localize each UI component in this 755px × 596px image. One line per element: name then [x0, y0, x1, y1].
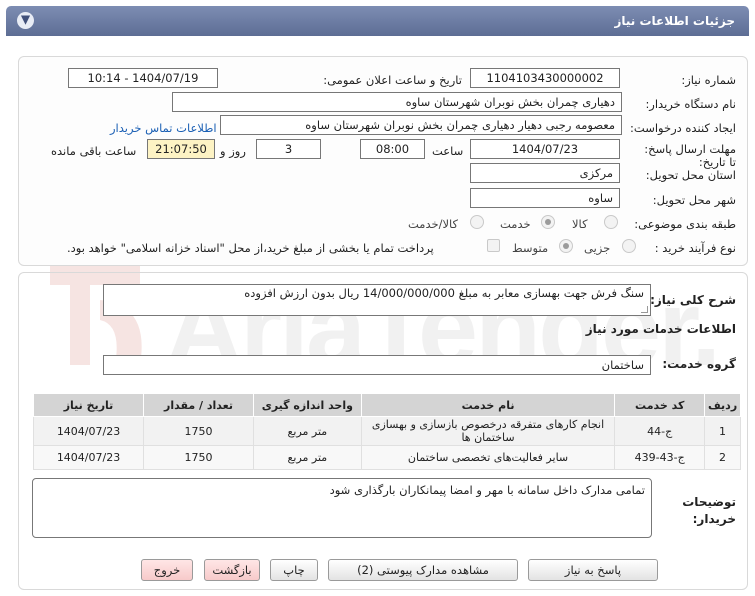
row-date: 1404/07/23 [32, 445, 145, 470]
row-qty: 1750 [143, 416, 254, 446]
table-row[interactable]: 1 ج-44 انجام کارهای متفرقه درخصوص بازساز… [32, 416, 741, 446]
services-table: ردیف کد خدمت نام خدمت واحد اندازه گیری ت… [32, 393, 741, 470]
table-header-row: ردیف کد خدمت نام خدمت واحد اندازه گیری ت… [32, 393, 741, 417]
remaining-time-field: 21:07:50 [147, 139, 215, 159]
buyer-notes-text: تمامی مدارک داخل سامانه با مهر و امضا پی… [329, 483, 645, 497]
row-index: 2 [704, 445, 741, 470]
treasury-note: پرداخت تمام یا بخشی از مبلغ خرید،از محل … [67, 241, 434, 255]
row-qty: 1750 [143, 445, 254, 470]
category-radio-goods-service[interactable] [470, 215, 484, 229]
category-radio-goods[interactable] [604, 215, 618, 229]
requester-label: ایجاد کننده درخواست: [630, 121, 736, 135]
summary-textarea[interactable]: سنگ فرش جهت بهسازی معابر به مبلغ 14/000/… [103, 284, 651, 316]
category-option-goods-service: کالا/خدمت [408, 217, 459, 231]
purchase-radio-minor[interactable] [622, 239, 636, 253]
buyer-org-field: دهیاری چمران بخش نوبران شهرستان ساوه [172, 92, 622, 112]
exit-button[interactable]: خروج [141, 559, 193, 581]
row-unit: متر مربع [253, 416, 362, 446]
window-titlebar: جزئیات اطلاعات نیاز ▲ [6, 6, 749, 36]
buyer-notes-textarea[interactable]: تمامی مدارک داخل سامانه با مهر و امضا پی… [32, 478, 652, 538]
service-group-field: ساختمان [103, 355, 651, 375]
deadline-label: مهلت ارسال پاسخ: تا تاریخ: [644, 142, 736, 169]
window-title: جزئیات اطلاعات نیاز [614, 14, 735, 28]
col-index: ردیف [704, 393, 741, 417]
col-qty: تعداد / مقدار [143, 393, 254, 417]
need-number-label: شماره نیاز: [681, 73, 736, 87]
category-label: طبقه بندی موضوعی: [634, 217, 736, 231]
remaining-time-label: ساعت باقی مانده [51, 144, 137, 158]
print-button[interactable]: چاپ [270, 559, 318, 581]
reply-button[interactable]: پاسخ به نیاز [528, 559, 658, 581]
purchase-option-minor: جزیی [584, 241, 611, 255]
buyer-notes-label: توضیحات خریدار: [682, 495, 736, 526]
col-code: کد خدمت [614, 393, 706, 417]
deadline-time-field: 08:00 [360, 139, 425, 159]
summary-text: سنگ فرش جهت بهسازی معابر به مبلغ 14/000/… [244, 286, 644, 300]
summary-label: شرح کلی نیاز: [650, 293, 736, 307]
treasury-checkbox[interactable] [487, 239, 500, 252]
collapse-chevron-icon[interactable]: ▲ [17, 12, 34, 29]
deadline-days-field: 3 [256, 139, 321, 159]
city-field: ساوه [470, 188, 620, 208]
need-number-field: 1104103430000002 [470, 68, 620, 88]
purchase-option-medium: متوسط [512, 241, 549, 255]
row-index: 1 [704, 416, 741, 446]
table-row[interactable]: 2 ج-43-439 سایر فعالیت‌های تخصصی ساختمان… [32, 445, 741, 470]
deadline-time-label: ساعت [432, 144, 464, 158]
deadline-date-field: 1404/07/23 [470, 139, 620, 159]
city-label: شهر محل تحویل: [652, 193, 736, 207]
requester-field: معصومه رجبی دهیار دهیاری چمران بخش نوبرا… [220, 115, 622, 135]
service-group-label: گروه خدمت: [662, 357, 736, 371]
buyer-org-label: نام دستگاه خریدار: [645, 97, 736, 111]
row-name: انجام کارهای متفرقه درخصوص بازسازی و بهس… [360, 416, 616, 446]
row-code: ج-43-439 [614, 445, 706, 470]
attachments-button[interactable]: مشاهده مدارک پیوستی (2) [328, 559, 518, 581]
col-date: تاریخ نیاز [32, 393, 145, 417]
row-name: سایر فعالیت‌های تخصصی ساختمان [360, 445, 616, 470]
province-field: مرکزی [470, 163, 620, 183]
col-unit: واحد اندازه گیری [253, 393, 362, 417]
announce-datetime-label: تاریخ و ساعت اعلان عمومی: [323, 73, 462, 87]
announce-datetime-field: 1404/07/19 - 10:14 [68, 68, 218, 88]
services-section-title: اطلاعات خدمات مورد نیاز [585, 322, 736, 336]
category-radio-service[interactable] [541, 215, 555, 229]
row-date: 1404/07/23 [32, 416, 145, 446]
row-unit: متر مربع [253, 445, 362, 470]
row-code: ج-44 [614, 416, 706, 446]
back-button[interactable]: بازگشت [204, 559, 260, 581]
col-name: نام خدمت [360, 393, 616, 417]
purchase-type-label: نوع فرآیند خرید : [654, 241, 736, 255]
purchase-radio-medium[interactable] [559, 239, 573, 253]
province-label: استان محل تحویل: [645, 168, 736, 182]
buyer-contact-link[interactable]: اطلاعات تماس خریدار [110, 121, 217, 135]
category-option-goods: کالا [572, 217, 588, 231]
deadline-days-label: روز و [220, 144, 246, 158]
resize-handle-icon[interactable] [641, 306, 648, 313]
category-option-service: خدمت [500, 217, 531, 231]
